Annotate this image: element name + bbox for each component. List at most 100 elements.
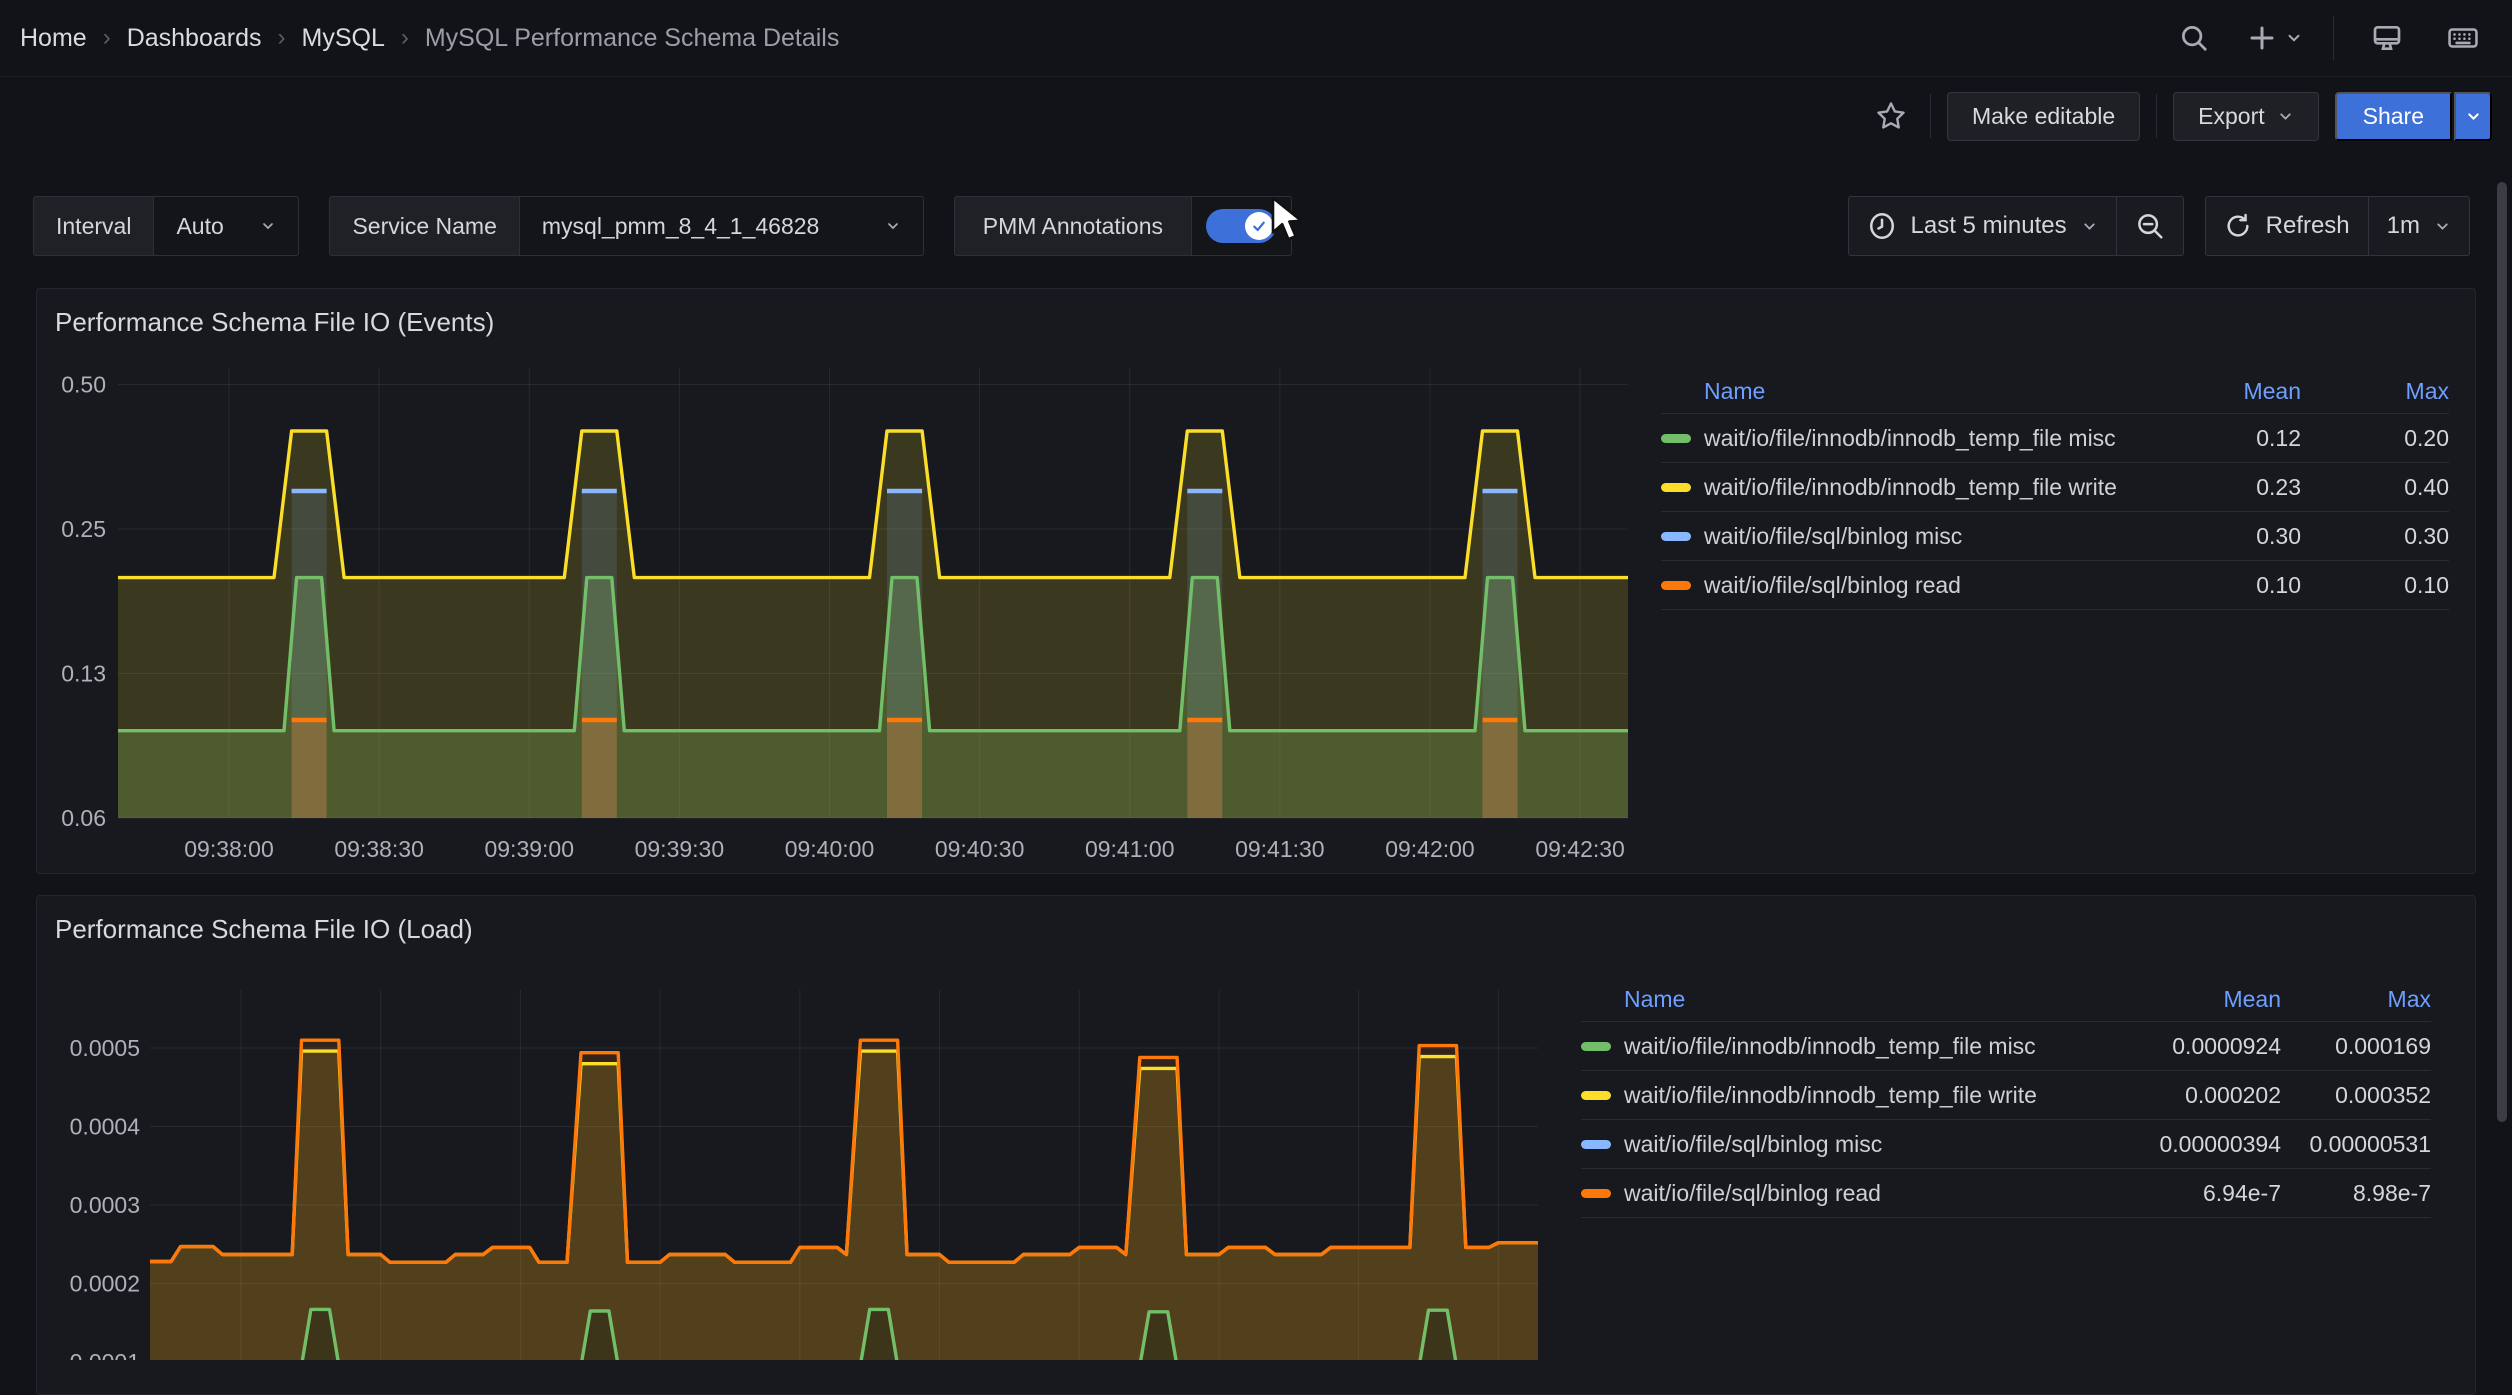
check-icon: [1251, 218, 1267, 234]
legend-row[interactable]: wait/io/file/sql/binlog read0.100.10: [1661, 561, 2449, 610]
legend-row[interactable]: wait/io/file/sql/binlog read6.94e-78.98e…: [1581, 1169, 2431, 1218]
make-editable-button[interactable]: Make editable: [1947, 92, 2140, 141]
share-button[interactable]: Share: [2335, 92, 2452, 141]
service-name-label: Service Name: [329, 196, 519, 256]
breadcrumb-separator: ›: [401, 24, 409, 52]
filter-bar: Interval Auto Service Name mysql_pmm_8_4…: [33, 196, 2470, 256]
clock-icon: [1867, 211, 1897, 241]
refresh-group: Refresh 1m: [2205, 196, 2470, 256]
legend-series-max: 0.000169: [2281, 1033, 2431, 1060]
zoom-out-button[interactable]: [2117, 197, 2183, 255]
time-controls: Last 5 minutes Refresh 1m: [1848, 196, 2470, 256]
legend-series-max: 0.10: [2301, 572, 2449, 599]
legend-series-max: 0.20: [2301, 425, 2449, 452]
legend-header-row: NameMeanMax: [1661, 369, 2449, 414]
series-color-swatch: [1661, 581, 1691, 590]
chevron-down-icon: [2465, 108, 2482, 125]
breadcrumb-mysql[interactable]: MySQL: [302, 24, 385, 53]
legend-series-name: wait/io/file/sql/binlog misc: [1624, 1131, 2111, 1158]
interval-variable: Interval Auto: [33, 196, 299, 256]
time-range-label: Last 5 minutes: [1911, 212, 2067, 240]
time-range-picker[interactable]: Last 5 minutes: [1849, 197, 2116, 255]
chevron-down-icon: [260, 218, 276, 234]
legend-header-max[interactable]: Max: [2301, 378, 2449, 405]
refresh-icon: [2224, 212, 2252, 240]
legend-header-max[interactable]: Max: [2281, 986, 2431, 1013]
legend-series-name: wait/io/file/innodb/innodb_temp_file wri…: [1624, 1082, 2111, 1109]
breadcrumb: Home › Dashboards › MySQL › MySQL Perfor…: [20, 24, 839, 53]
pmm-annotations-toggle[interactable]: [1206, 209, 1276, 243]
legend-row[interactable]: wait/io/file/innodb/innodb_temp_file mis…: [1581, 1022, 2431, 1071]
add-menu-button[interactable]: [2247, 23, 2303, 53]
legend-table-events: NameMeanMax wait/io/file/innodb/innodb_te…: [1661, 369, 2449, 610]
toolbar-divider: [2156, 94, 2157, 138]
legend-series-max: 8.98e-7: [2281, 1180, 2431, 1207]
legend-series-name: wait/io/file/sql/binlog read: [1704, 572, 2141, 599]
legend-series-mean: 0.23: [2141, 474, 2301, 501]
service-name-variable: Service Name mysql_pmm_8_4_1_46828: [329, 196, 923, 256]
share-button-group: Share: [2335, 92, 2492, 141]
legend-row[interactable]: wait/io/file/sql/binlog misc0.000003940.…: [1581, 1120, 2431, 1169]
chevron-down-icon: [2081, 218, 2098, 235]
legend-series-name: wait/io/file/innodb/innodb_temp_file wri…: [1704, 474, 2141, 501]
zoom-out-icon: [2135, 211, 2165, 241]
legend-series-max: 0.30: [2301, 523, 2449, 550]
pmm-annotations-label: PMM Annotations: [954, 196, 1192, 256]
toolbar-divider: [1930, 94, 1931, 138]
monitor-kiosk-icon[interactable]: [2364, 15, 2410, 61]
top-nav: Home › Dashboards › MySQL › MySQL Perfor…: [0, 0, 2512, 77]
refresh-interval-select[interactable]: 1m: [2369, 197, 2469, 255]
interval-label: Interval: [33, 196, 154, 256]
breadcrumb-separator: ›: [103, 24, 111, 52]
panel-title[interactable]: Performance Schema File IO (Load): [55, 914, 473, 945]
series-color-swatch: [1661, 532, 1691, 541]
pmm-annotations-control: PMM Annotations: [954, 196, 1292, 256]
legend-series-name: wait/io/file/sql/binlog read: [1624, 1180, 2111, 1207]
legend-table-load: NameMeanMaxwait/io/file/innodb/innodb_te…: [1581, 977, 2431, 1218]
legend-header-name[interactable]: Name: [1624, 986, 2111, 1013]
time-picker-group: Last 5 minutes: [1848, 196, 2184, 256]
legend-header-row: NameMeanMax: [1581, 977, 2431, 1022]
service-name-select[interactable]: mysql_pmm_8_4_1_46828: [520, 196, 924, 256]
legend-series-max: 0.00000531: [2281, 1131, 2431, 1158]
series-color-swatch: [1581, 1091, 1611, 1100]
legend-header-mean[interactable]: Mean: [2111, 986, 2281, 1013]
series-color-swatch: [1581, 1042, 1611, 1051]
chevron-down-icon: [885, 218, 901, 234]
legend-series-name: wait/io/file/innodb/innodb_temp_file mis…: [1704, 425, 2141, 452]
service-name-value: mysql_pmm_8_4_1_46828: [542, 213, 819, 240]
legend-series-mean: 0.30: [2141, 523, 2301, 550]
legend-series-mean: 0.12: [2141, 425, 2301, 452]
panel-performance-schema-file-io-load: Performance Schema File IO (Load) NameMe…: [36, 895, 2476, 1395]
legend-series-max: 0.000352: [2281, 1082, 2431, 1109]
export-button[interactable]: Export: [2173, 92, 2318, 141]
breadcrumb-home[interactable]: Home: [20, 24, 87, 53]
panel-title[interactable]: Performance Schema File IO (Events): [55, 307, 494, 338]
star-favorite-icon[interactable]: [1868, 93, 1914, 139]
page-scrollbar-thumb[interactable]: [2497, 182, 2507, 1122]
series-color-swatch: [1581, 1189, 1611, 1198]
legend-row[interactable]: wait/io/file/innodb/innodb_temp_file mis…: [1661, 414, 2449, 463]
legend-row[interactable]: wait/io/file/innodb/innodb_temp_file wri…: [1661, 463, 2449, 512]
share-menu-caret-button[interactable]: [2454, 92, 2492, 141]
chevron-down-icon: [2434, 218, 2451, 235]
legend-series-max: 0.40: [2301, 474, 2449, 501]
legend-row[interactable]: wait/io/file/innodb/innodb_temp_file wri…: [1581, 1071, 2431, 1120]
breadcrumb-separator: ›: [278, 24, 286, 52]
series-color-swatch: [1661, 483, 1691, 492]
legend-series-mean: 0.0000924: [2111, 1033, 2281, 1060]
plus-icon: [2247, 23, 2277, 53]
interval-select[interactable]: Auto: [154, 196, 299, 256]
search-icon[interactable]: [2171, 15, 2217, 61]
legend-row[interactable]: wait/io/file/sql/binlog misc0.300.30: [1661, 512, 2449, 561]
legend-header-name[interactable]: Name: [1704, 378, 2141, 405]
refresh-button[interactable]: Refresh: [2206, 197, 2368, 255]
export-button-label: Export: [2198, 103, 2264, 130]
dashboard-toolbar: Make editable Export Share: [0, 77, 2512, 155]
legend-header-mean[interactable]: Mean: [2141, 378, 2301, 405]
chevron-down-icon: [2285, 29, 2303, 47]
chevron-down-icon: [2277, 108, 2294, 125]
keyboard-shortcuts-icon[interactable]: [2440, 15, 2486, 61]
breadcrumb-dashboards[interactable]: Dashboards: [127, 24, 262, 53]
legend-series-mean: 0.00000394: [2111, 1131, 2281, 1158]
